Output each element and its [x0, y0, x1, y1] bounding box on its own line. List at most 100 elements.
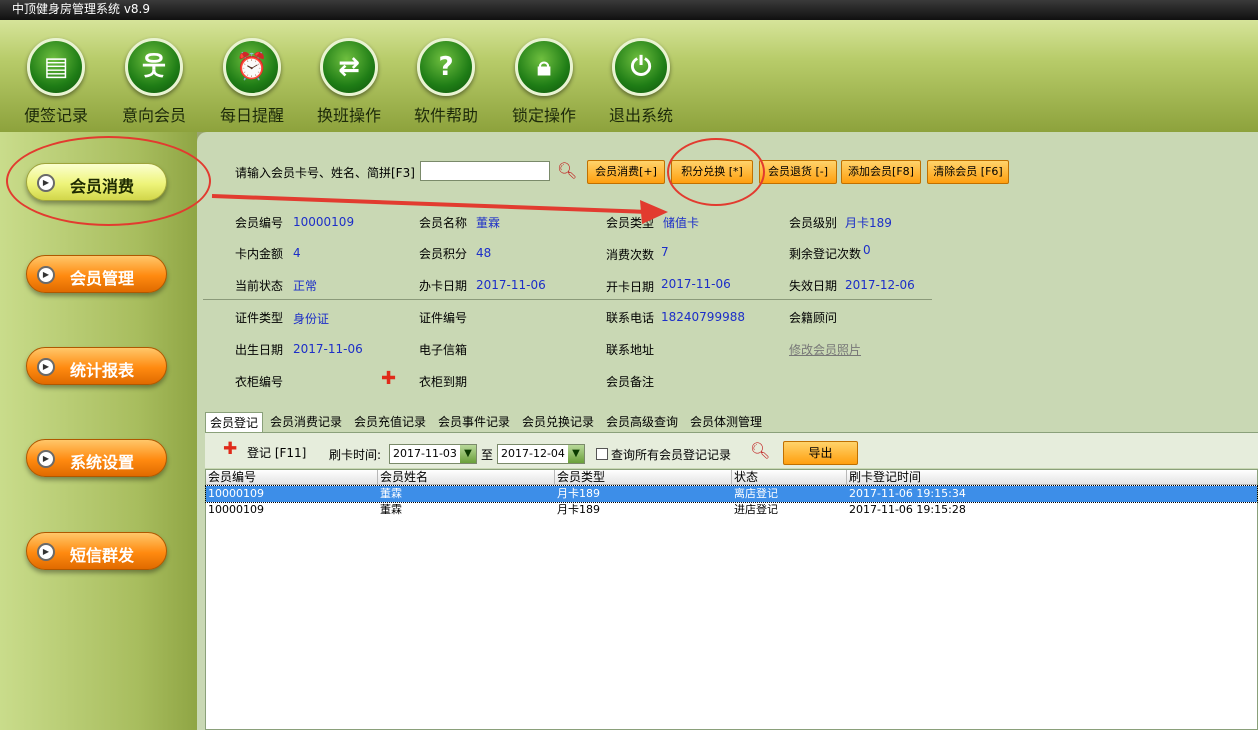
name-value: 董霖 [476, 216, 501, 230]
status-value: 正常 [293, 279, 318, 293]
add-icon: ✚ [223, 439, 238, 459]
swap-arrows-icon: ⇄ [320, 38, 378, 96]
locker-label: 衣柜编号 [235, 375, 284, 389]
register-table: 会员编号 会员姓名 会员类型 状态 刷卡登记时间 10000109 董霖 月卡1… [205, 469, 1258, 730]
balance-label: 卡内金额 [235, 247, 284, 261]
type-value: 储值卡 [663, 216, 700, 230]
add-member-button[interactable]: 添加会员[F8] [841, 160, 921, 184]
window-title: 中顶健身房管理系统 v8.9 [0, 0, 1258, 20]
column-header[interactable]: 会员类型 [555, 470, 732, 485]
points-label: 会员积分 [419, 247, 468, 261]
date-to-picker[interactable]: 2017-12-04 ▼ [497, 444, 585, 464]
sidebar-item-sms[interactable]: ▶ 短信群发 [26, 532, 167, 570]
toolbar-daily-reminder-button[interactable]: ⏰ 每日提醒 [207, 38, 297, 126]
phone-value: 18240799988 [661, 310, 745, 324]
expire-date-value: 2017-12-06 [845, 278, 915, 292]
tab-advanced-query[interactable]: 会员高级查询 [606, 412, 678, 432]
help-icon: ? [417, 38, 475, 96]
toolbar-help-button[interactable]: ? 软件帮助 [401, 38, 491, 126]
power-icon: ⏻ [612, 38, 670, 96]
table-row[interactable]: 10000109 董霖 月卡189 进店登记 2017-11-06 19:15:… [206, 502, 1257, 518]
column-header[interactable]: 状态 [732, 470, 847, 485]
register-button[interactable]: 登记 [F11] [247, 444, 306, 461]
sidebar-item-label: 系统设置 [70, 453, 135, 472]
id-type-value: 身份证 [293, 312, 330, 326]
tab-register[interactable]: 会员登记 [205, 412, 264, 432]
toolbar-label: 意向会员 [121, 106, 186, 125]
toolbar-notes-button[interactable]: ▤ 便签记录 [11, 38, 101, 126]
tab-recharge-records[interactable]: 会员充值记录 [354, 412, 426, 432]
date-to-value: 2017-12-04 [501, 447, 565, 460]
id-no-label: 证件编号 [419, 311, 468, 325]
play-icon: ▶ [37, 543, 55, 561]
add-locker-icon[interactable]: ✚ [381, 370, 396, 388]
search-icon[interactable]: 🔍︎ [750, 441, 770, 460]
id-type-label: 证件类型 [235, 311, 284, 325]
sidebar-item-member-consume[interactable]: ▶ 会员消费 [26, 163, 167, 201]
clear-member-button[interactable]: 清除会员 [F6] [927, 160, 1009, 184]
date-from-picker[interactable]: 2017-11-03 ▼ [389, 444, 477, 464]
table-cell: 2017-11-06 19:15:34 [849, 487, 966, 500]
date-to-label: 至 [481, 448, 494, 462]
chevron-down-icon[interactable]: ▼ [568, 445, 584, 463]
toolbar-label: 便签记录 [23, 106, 88, 125]
member-consume-button[interactable]: 会员消费[+] [587, 160, 665, 184]
toolbar-shift-button[interactable]: ⇄ 换班操作 [304, 38, 394, 126]
toolbar-label: 软件帮助 [413, 106, 478, 125]
sidebar: ▶ 会员消费 ▶ 会员管理 ▶ 统计报表 ▶ 系统设置 ▶ 短信群发 [0, 132, 197, 730]
search-input[interactable] [420, 161, 550, 181]
tab-consume-records[interactable]: 会员消费记录 [270, 412, 342, 432]
sidebar-item-label: 会员消费 [70, 177, 135, 196]
toolbar-prospects-button[interactable]: 웃 意向会员 [109, 38, 199, 126]
member-return-button[interactable]: 会员退货 [-] [759, 160, 837, 184]
card-no-label: 会员编号 [235, 216, 284, 230]
phone-label: 联系电话 [606, 311, 655, 325]
points-exchange-button[interactable]: 积分兑换 [*] [671, 160, 753, 184]
sidebar-item-label: 统计报表 [70, 361, 135, 380]
sidebar-item-settings[interactable]: ▶ 系统设置 [26, 439, 167, 477]
sidebar-item-reports[interactable]: ▶ 统计报表 [26, 347, 167, 385]
tab-exchange-records[interactable]: 会员兑换记录 [522, 412, 594, 432]
toolbar-exit-button[interactable]: ⏻ 退出系统 [596, 38, 686, 126]
play-icon: ▶ [37, 266, 55, 284]
tab-event-records[interactable]: 会员事件记录 [438, 412, 510, 432]
birth-label: 出生日期 [235, 343, 284, 357]
column-header[interactable]: 会员姓名 [378, 470, 555, 485]
status-label: 当前状态 [235, 279, 284, 293]
person-icon: 웃 [125, 38, 183, 96]
edit-photo-link[interactable]: 修改会员照片 [789, 341, 861, 358]
table-cell: 月卡189 [557, 503, 600, 516]
sidebar-item-member-management[interactable]: ▶ 会员管理 [26, 255, 167, 293]
toolbar-label: 换班操作 [316, 106, 381, 125]
email-label: 电子信箱 [419, 343, 468, 357]
visits-label: 消费次数 [606, 248, 655, 262]
search-icon[interactable]: 🔍︎ [557, 161, 577, 180]
address-label: 联系地址 [606, 343, 655, 357]
table-cell: 进店登记 [734, 503, 778, 516]
query-all-checkbox[interactable] [596, 448, 608, 460]
table-cell: 月卡189 [557, 487, 600, 500]
toolbar-lock-button[interactable]: 🔒︎ 锁定操作 [499, 38, 589, 126]
table-cell: 离店登记 [734, 487, 778, 500]
main-toolbar: ▤ 便签记录 웃 意向会员 ⏰ 每日提醒 ⇄ 换班操作 ? 软件帮助 🔒︎ 锁定… [0, 20, 1258, 132]
toolbar-label: 锁定操作 [511, 106, 576, 125]
lock-icon: 🔒︎ [515, 38, 573, 96]
tab-fitness-test[interactable]: 会员体测管理 [690, 412, 762, 432]
document-icon: ▤ [27, 38, 85, 96]
name-label: 会员名称 [419, 216, 468, 230]
birth-value: 2017-11-06 [293, 342, 363, 356]
main-panel: 请输入会员卡号、姓名、简拼[F3] 🔍︎ 会员消费[+] 积分兑换 [*] 会员… [197, 132, 1258, 730]
remark-label: 会员备注 [606, 375, 655, 389]
advisor-label: 会籍顾问 [789, 311, 838, 325]
search-label: 请输入会员卡号、姓名、简拼[F3] [235, 166, 415, 180]
level-value: 月卡189 [845, 216, 892, 230]
register-toolbar: ✚ 登记 [F11] 刷卡时间: 2017-11-03 ▼ 至 2017-12-… [205, 432, 1258, 468]
export-button[interactable]: 导出 [783, 441, 858, 465]
table-row[interactable]: 10000109 董霖 月卡189 离店登记 2017-11-06 19:15:… [205, 485, 1258, 503]
divider [203, 299, 932, 300]
chevron-down-icon[interactable]: ▼ [460, 445, 476, 463]
column-header[interactable]: 会员编号 [206, 470, 378, 485]
column-header[interactable]: 刷卡登记时间 [847, 470, 1257, 485]
balance-value: 4 [293, 246, 301, 260]
table-cell: 2017-11-06 19:15:28 [849, 503, 966, 516]
